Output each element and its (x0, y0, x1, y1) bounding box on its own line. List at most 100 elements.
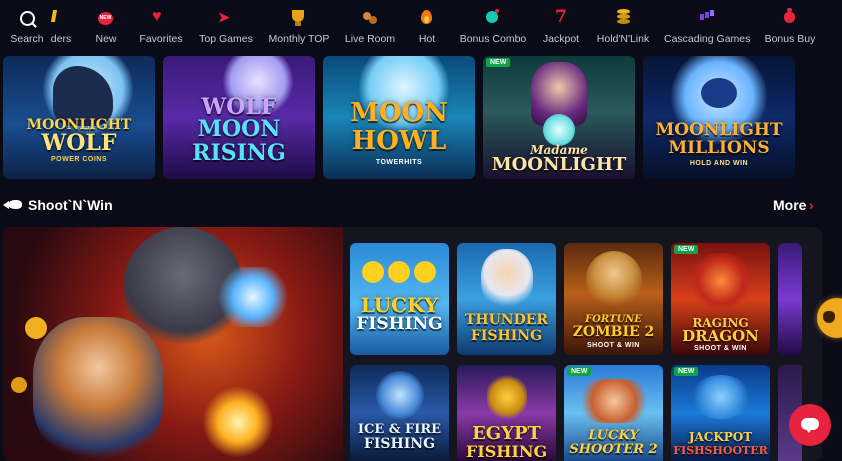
nav-item-hot[interactable]: Hot (414, 8, 440, 50)
rabbit-silhouette (701, 78, 737, 108)
nav-label: Search (10, 33, 44, 45)
section-title: Shoot`N`Win (28, 197, 113, 213)
game-title: WOLF (41, 130, 117, 156)
game-tile-lucky-fishing[interactable]: LUCKY FISHING (350, 243, 449, 355)
nav-item-cascading-games[interactable]: Cascading Games (664, 8, 750, 50)
heart-icon: ♥ (152, 8, 162, 25)
fire-icon (416, 8, 438, 28)
orders-icon (50, 8, 72, 28)
game-subtitle: TOWERHITS (375, 159, 423, 166)
game-title: THUNDER (464, 312, 549, 328)
nav-item-favorites[interactable]: ♥ Favorites (138, 8, 184, 50)
game-title: WOLF (201, 94, 277, 120)
game-tile-lucky-shooter-2[interactable]: NEW LUCKY SHOOTER 2 (564, 365, 663, 461)
game-title: ZOMBIE 2 (572, 324, 655, 340)
gold-coin-icon (25, 317, 47, 339)
nav-label: Live Room (344, 33, 396, 45)
game-tile-thunder-fishing[interactable]: THUNDER FISHING (457, 243, 556, 355)
new-badge: NEW (567, 367, 592, 376)
game-title: ICE & FIRE (357, 422, 442, 437)
live-room-icon (359, 8, 381, 28)
game-tile-jackpot-fishshooter[interactable]: NEW JACKPOT FISHSHOOTER (671, 365, 770, 461)
game-tile-moonlight-wolf[interactable]: MOONLIGHT WOLF POWER COINS (3, 56, 155, 179)
nav-item-top-games[interactable]: ➤ Top Games (198, 8, 254, 50)
game-tile-moon-howl[interactable]: MOON HOWL TOWERHITS (323, 56, 475, 179)
ice-creature (376, 371, 424, 419)
coins-icon (612, 8, 634, 28)
nav-label: Bonus Combo (459, 33, 527, 45)
nav-item-monthly-top[interactable]: Monthly TOP (268, 8, 330, 50)
new-badge: NEW (674, 367, 699, 376)
game-tile-moonlight-millions[interactable]: MOONLIGHT MILLIONS HOLD AND WIN (643, 56, 795, 179)
game-title: MOON (350, 98, 448, 128)
nav-item-new[interactable]: NEW New (92, 8, 120, 50)
fireball-effect (203, 387, 273, 457)
game-title: MOON (197, 116, 281, 142)
bonus-combo-icon (482, 8, 504, 28)
hero-woman-character (33, 317, 163, 461)
seven-icon: 7 (555, 7, 567, 27)
nav-label: ders (50, 33, 72, 45)
fish-icon (3, 200, 22, 209)
game-subtitle: SHOOT & WIN (694, 345, 747, 352)
game-title: MILLIONS (668, 138, 770, 158)
game-title: RISING (192, 140, 286, 166)
dragon-character (691, 253, 751, 309)
rocket-icon: ➤ (218, 9, 230, 25)
nav-label: Bonus Buy (764, 33, 816, 45)
new-badge: NEW (674, 245, 699, 254)
nav-item-jackpot[interactable]: 7 Jackpot (541, 7, 581, 50)
game-title: FISHING (356, 314, 443, 334)
game-title: DRAGON (682, 327, 759, 345)
shooter-characters (576, 379, 652, 423)
lightning-effect (213, 267, 293, 327)
game-title: LUCKY (360, 293, 439, 317)
nav-label: Jackpot (542, 33, 580, 45)
more-link[interactable]: More (773, 197, 806, 213)
game-subtitle: POWER COINS (50, 156, 108, 163)
game-title: SHOOTER 2 (569, 442, 658, 457)
game-title: HOWL (351, 126, 447, 156)
nav-item-bonus-combo[interactable]: Bonus Combo (459, 8, 527, 50)
new-icon: NEW (95, 8, 117, 28)
new-badge: NEW (486, 58, 511, 67)
hero-banner[interactable] (3, 227, 343, 461)
nav-label: New (95, 33, 117, 45)
nav-label: Monthly TOP (268, 33, 330, 45)
game-subtitle: HOLD AND WIN (689, 160, 749, 167)
game-title: LUCKY (588, 428, 639, 443)
game-title: EGYPT (472, 423, 541, 444)
chevron-right-icon[interactable]: › (809, 197, 814, 213)
zombie-character (586, 251, 642, 307)
bonus-bag-icon (779, 8, 801, 28)
game-subtitle: SHOOT & WIN (587, 342, 640, 349)
nav-label: Favorites (139, 33, 183, 45)
nav-label: Top Games (199, 33, 253, 45)
nav-item-hold-n-link[interactable]: Hold'N'Link (596, 8, 650, 50)
game-tile-partial[interactable] (778, 243, 802, 355)
game-title: FISHING (465, 442, 548, 461)
nav-item-orders[interactable]: ders (48, 8, 74, 50)
game-tile-ice-fire-fishing[interactable]: ICE & FIRE FISHING (350, 365, 449, 461)
chat-button[interactable] (789, 404, 831, 446)
nav-item-search[interactable]: Search (10, 8, 44, 50)
search-icon (16, 8, 38, 28)
game-title: FISHING (470, 328, 543, 344)
nav-label: Cascading Games (664, 33, 751, 45)
anubis-character (487, 375, 527, 419)
nav-label: Hold'N'Link (596, 33, 650, 45)
game-tile-egypt-fishing[interactable]: EGYPT FISHING (457, 365, 556, 461)
duck-icon (362, 261, 384, 283)
game-tile-madame-moonlight[interactable]: NEW Madame MOONLIGHT (483, 56, 635, 179)
crystal-ball (543, 114, 575, 146)
game-tile-raging-dragon[interactable]: NEW RAGING DRAGON SHOOT & WIN (671, 243, 770, 355)
nav-item-live-room[interactable]: Live Room (344, 8, 396, 50)
gold-coin-icon (11, 377, 27, 393)
chat-icon (801, 418, 819, 433)
nav-item-bonus-buy[interactable]: Bonus Buy (764, 8, 816, 50)
nav-label: Hot (418, 33, 436, 45)
game-tile-fortune-zombie-2[interactable]: FORTUNE ZOMBIE 2 SHOOT & WIN (564, 243, 663, 355)
game-title: FISHING (363, 436, 436, 452)
trophy-icon (288, 8, 310, 28)
game-tile-wolf-moon-rising[interactable]: WOLF MOON RISING (163, 56, 315, 179)
